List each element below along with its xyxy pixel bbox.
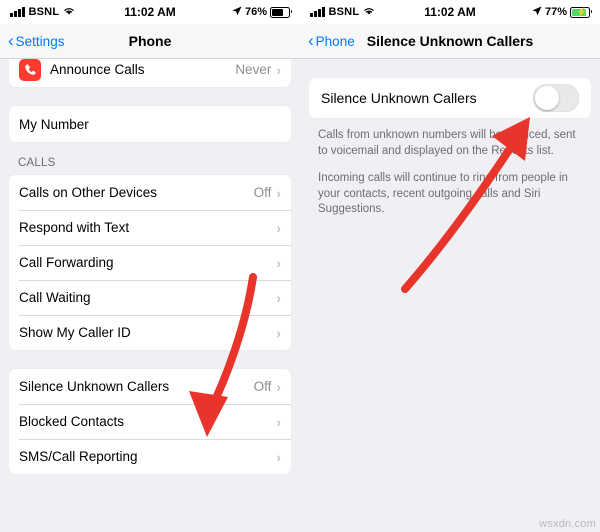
- chevron-left-icon: ‹: [8, 31, 14, 50]
- toggle-label: Silence Unknown Callers: [321, 90, 477, 106]
- chevron-right-icon: ›: [276, 254, 281, 271]
- row-label: Respond with Text: [19, 220, 130, 235]
- silence-unknown-callers-switch[interactable]: [533, 84, 579, 112]
- battery-icon: [270, 6, 292, 18]
- carrier-label: BSNL: [28, 6, 60, 18]
- battery-percent-label: 77%: [544, 6, 567, 18]
- row-call-waiting[interactable]: Call Waiting ›: [9, 280, 291, 315]
- row-calls-on-other-devices[interactable]: Calls on Other Devices Off ›: [9, 175, 291, 210]
- left-settings-list[interactable]: Announce Calls Never › My Number CALLS C…: [0, 59, 300, 532]
- row-announce-calls[interactable]: Announce Calls Never ›: [9, 59, 291, 87]
- chevron-right-icon: ›: [276, 324, 281, 341]
- status-left-group: BSNL: [10, 6, 150, 19]
- switch-knob: [535, 86, 559, 110]
- row-value: Off: [253, 379, 272, 394]
- left-phone-screen: BSNL 11:02 AM 76% ‹ Settings Phone Annou…: [0, 0, 300, 532]
- signal-bars-icon: [10, 7, 25, 17]
- row-call-forwarding[interactable]: Call Forwarding ›: [9, 245, 291, 280]
- right-status-bar: BSNL 11:02 AM 77% ⚡: [300, 0, 600, 24]
- footnote-1: Calls from unknown numbers will be silen…: [318, 129, 576, 157]
- back-label: Phone: [315, 33, 355, 49]
- row-label: Call Forwarding: [19, 255, 114, 270]
- calls-section-header: CALLS: [18, 157, 56, 169]
- right-settings-content: Silence Unknown Callers Calls from unkno…: [300, 59, 600, 532]
- location-arrow-icon: [232, 6, 242, 19]
- right-nav-bar: ‹ Phone Silence Unknown Callers: [300, 24, 600, 59]
- row-sms-call-reporting[interactable]: SMS/Call Reporting ›: [9, 439, 291, 474]
- left-status-bar: BSNL 11:02 AM 76%: [0, 0, 300, 24]
- signal-bars-icon: [310, 7, 325, 17]
- row-label: Calls on Other Devices: [19, 185, 158, 200]
- back-to-phone-button[interactable]: ‹ Phone: [308, 31, 355, 50]
- row-label: Announce Calls: [50, 62, 145, 77]
- status-left-group: BSNL: [310, 6, 450, 19]
- wifi-icon: [63, 6, 75, 19]
- carrier-label: BSNL: [328, 6, 360, 18]
- row-respond-with-text[interactable]: Respond with Text ›: [9, 210, 291, 245]
- chevron-right-icon: ›: [276, 184, 281, 201]
- row-blocked-contacts[interactable]: Blocked Contacts ›: [9, 404, 291, 439]
- silence-group: Silence Unknown Callers Off › Blocked Co…: [8, 368, 292, 475]
- back-to-settings-button[interactable]: ‹ Settings: [8, 31, 65, 50]
- calls-group: Calls on Other Devices Off › Respond wit…: [8, 174, 292, 351]
- row-label: Silence Unknown Callers: [19, 379, 170, 394]
- row-label: SMS/Call Reporting: [19, 449, 138, 464]
- wifi-icon: [363, 6, 375, 19]
- watermark-label: wsxdn.com: [539, 518, 596, 530]
- footnote-2: Incoming calls will continue to ring fro…: [318, 171, 568, 216]
- my-number-group: My Number: [8, 105, 292, 143]
- row-silence-unknown-callers-toggle[interactable]: Silence Unknown Callers: [309, 78, 591, 118]
- location-arrow-icon: [532, 6, 542, 19]
- announce-calls-group: Announce Calls Never ›: [8, 59, 292, 88]
- row-label: Show My Caller ID: [19, 325, 131, 340]
- chevron-right-icon: ›: [276, 378, 281, 395]
- right-phone-screen: BSNL 11:02 AM 77% ⚡ ‹ Phone Silence Unkn…: [300, 0, 600, 532]
- status-right-group: 76%: [150, 6, 292, 19]
- row-my-number[interactable]: My Number: [9, 106, 291, 142]
- battery-percent-label: 76%: [244, 6, 267, 18]
- chevron-right-icon: ›: [276, 61, 281, 78]
- charging-bolt-icon: ⚡: [576, 6, 588, 17]
- chevron-left-icon: ‹: [308, 31, 314, 50]
- row-silence-unknown-callers[interactable]: Silence Unknown Callers Off ›: [9, 369, 291, 404]
- row-show-my-caller-id[interactable]: Show My Caller ID ›: [9, 315, 291, 350]
- left-nav-bar: ‹ Settings Phone: [0, 24, 300, 59]
- back-label: Settings: [15, 33, 65, 49]
- chevron-right-icon: ›: [276, 219, 281, 236]
- row-value: Never: [235, 62, 272, 77]
- status-right-group: 77% ⚡: [450, 6, 592, 19]
- chevron-right-icon: ›: [276, 448, 281, 465]
- row-value: Off: [253, 185, 272, 200]
- phone-announce-icon: [19, 59, 41, 81]
- screenshot-pair: BSNL 11:02 AM 76% ‹ Settings Phone Annou…: [0, 0, 600, 532]
- chevron-right-icon: ›: [276, 413, 281, 430]
- battery-charging-icon: ⚡: [570, 6, 592, 18]
- row-label: My Number: [19, 116, 89, 132]
- silence-toggle-group: Silence Unknown Callers: [308, 77, 592, 119]
- row-label: Blocked Contacts: [19, 414, 125, 429]
- row-label: Call Waiting: [19, 290, 91, 305]
- chevron-right-icon: ›: [276, 289, 281, 306]
